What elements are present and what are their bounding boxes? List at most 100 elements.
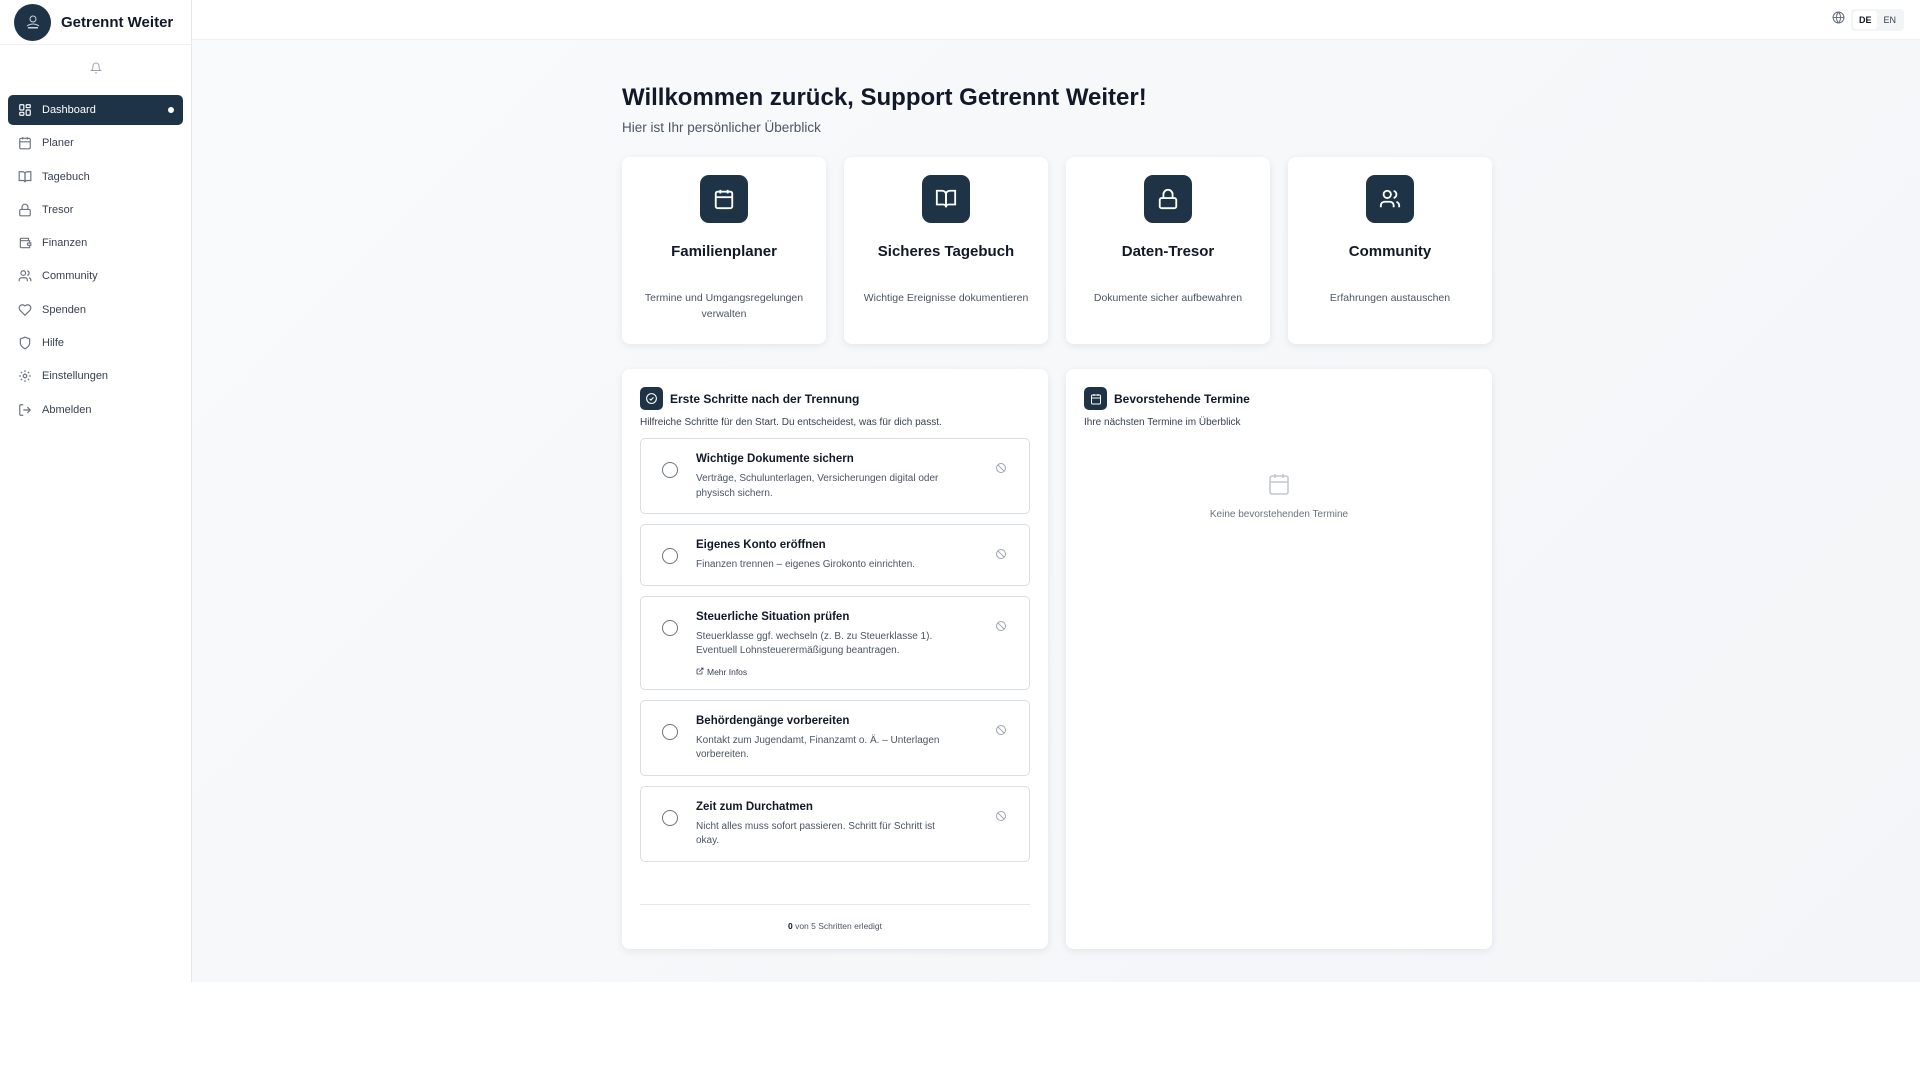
sidebar-item-label: Planer	[42, 137, 74, 150]
sidebar-item-abmelden[interactable]: Abmelden	[8, 395, 183, 425]
sidebar-item-community[interactable]: Community	[8, 261, 183, 291]
step-item[interactable]: Steuerliche Situation prüfen Steuerklass…	[640, 595, 1030, 690]
calendar-icon	[1267, 472, 1291, 501]
sidebar-item-label: Spenden	[42, 303, 87, 316]
card-community[interactable]: Community Erfahrungen austauschen	[1288, 157, 1492, 344]
language-switcher: DE EN	[1832, 9, 1904, 31]
card-title: Community	[1348, 243, 1432, 260]
step-description: Steuerklasse ggf. wechseln (z. B. zu Ste…	[696, 630, 933, 657]
gear-icon	[18, 369, 32, 383]
step-title: Wichtige Dokumente sichern	[696, 453, 854, 465]
divider	[640, 904, 1030, 905]
step-description: Nicht alles muss sofort passieren. Schri…	[696, 820, 935, 847]
sidebar-nav: Dashboard Planer Tagebuch Tresor Finanze…	[0, 95, 191, 425]
topbar: DE EN	[192, 0, 1920, 40]
step-item[interactable]: Eigenes Konto eröffnen Finanzen trennen …	[640, 524, 1030, 586]
step-title: Steuerliche Situation prüfen	[696, 610, 850, 623]
step-description: Verträge, Schulunterlagen, Versicherunge…	[696, 473, 939, 499]
step-checkbox[interactable]	[662, 809, 678, 826]
card-description: Erfahrungen austauschen	[1329, 292, 1451, 304]
panel-title: Bevorstehende Termine	[1114, 391, 1250, 406]
card-description: Wichtige Ereignisse dokumentieren	[863, 292, 1029, 304]
step-checkbox[interactable]	[662, 723, 678, 740]
sidebar: Getrennt Weiter Dashboard Planer Tagebuc…	[0, 0, 192, 982]
skip-icon[interactable]	[995, 809, 1007, 827]
sidebar-item-tagebuch[interactable]: Tagebuch	[8, 162, 183, 192]
brand[interactable]: Getrennt Weiter	[0, 0, 191, 45]
sidebar-item-hilfe[interactable]: Hilfe	[8, 328, 183, 358]
bell-icon[interactable]	[89, 61, 102, 79]
grid-icon	[18, 103, 32, 117]
skip-icon[interactable]	[995, 461, 1007, 479]
sidebar-item-tresor[interactable]: Tresor	[8, 195, 183, 225]
step-title: Behördengänge vorbereiten	[696, 714, 850, 727]
app-logo	[14, 3, 51, 41]
step-item[interactable]: Zeit zum Durchatmen Nicht alles muss sof…	[640, 785, 1030, 862]
page-title: Willkommen zurück, Support Getrennt Weit…	[622, 84, 1147, 111]
more-info-label: Mehr Infos	[707, 666, 748, 677]
appointments-panel: Bevorstehende Termine Ihre nächsten Term…	[1066, 369, 1492, 949]
main-content: Willkommen zurück, Support Getrennt Weit…	[192, 40, 1920, 982]
page-subtitle: Hier ist Ihr persönlicher Überblick	[622, 120, 821, 135]
skip-icon[interactable]	[995, 723, 1007, 741]
sidebar-item-label: Abmelden	[42, 403, 92, 416]
first-steps-panel: Erste Schritte nach der Trennung Hilfrei…	[622, 369, 1048, 949]
card-daten-tresor[interactable]: Daten-Tresor Dokumente sicher aufbewahre…	[1066, 157, 1270, 344]
calendar-icon	[700, 175, 748, 223]
calendar-icon	[1084, 387, 1107, 410]
active-indicator	[168, 107, 174, 113]
book-icon	[18, 170, 32, 184]
sidebar-item-planer[interactable]: Planer	[8, 128, 183, 158]
more-info-link[interactable]: Mehr Infos	[696, 667, 1017, 677]
sidebar-item-spenden[interactable]: Spenden	[8, 295, 183, 325]
lock-icon	[1144, 175, 1192, 223]
check-circle-icon	[640, 387, 663, 410]
skip-icon[interactable]	[995, 619, 1007, 637]
panel-subtitle: Ihre nächsten Termine im Überblick	[1084, 417, 1241, 428]
step-checkbox[interactable]	[662, 619, 678, 636]
card-tagebuch[interactable]: Sicheres Tagebuch Wichtige Ereignisse do…	[844, 157, 1048, 344]
lock-icon	[18, 203, 32, 217]
progress-text: 0 von 5 Schritten erledigt	[622, 921, 1048, 931]
sidebar-item-label: Community	[42, 270, 98, 283]
step-title: Zeit zum Durchatmen	[696, 800, 813, 813]
feature-cards: Familienplaner Termine und Umgangsregelu…	[622, 157, 1492, 344]
step-description: Finanzen trennen – eigenes Girokonto ein…	[696, 559, 916, 570]
empty-state: Keine bevorstehenden Termine	[1084, 472, 1474, 520]
sidebar-item-dashboard[interactable]: Dashboard	[8, 95, 183, 125]
globe-icon	[1832, 11, 1845, 29]
step-description: Kontakt zum Jugendamt, Finanzamt o. Ä. –…	[696, 734, 940, 761]
card-description: Termine und Umgangsregelungen verwalten	[644, 292, 804, 320]
language-de-button[interactable]: DE	[1852, 11, 1878, 29]
users-icon	[18, 269, 32, 283]
card-title: Sicheres Tagebuch	[877, 243, 1015, 260]
shield-icon	[18, 336, 32, 350]
language-en-button[interactable]: EN	[1877, 11, 1902, 29]
card-title: Familienplaner	[671, 243, 777, 260]
app-name: Getrennt Weiter	[61, 13, 174, 31]
step-item[interactable]: Wichtige Dokumente sichern Verträge, Sch…	[640, 438, 1030, 514]
step-title: Eigenes Konto eröffnen	[696, 539, 826, 551]
sidebar-item-label: Einstellungen	[42, 370, 109, 383]
step-item[interactable]: Behördengänge vorbereiten Kontakt zum Ju…	[640, 699, 1030, 776]
card-title: Daten-Tresor	[1121, 243, 1215, 260]
sidebar-item-finanzen[interactable]: Finanzen	[8, 228, 183, 258]
step-checkbox[interactable]	[662, 462, 678, 478]
users-icon	[1366, 175, 1414, 223]
progress-label: von 5 Schritten erledigt	[792, 921, 883, 931]
sidebar-item-label: Tresor	[42, 203, 74, 216]
panel-title: Erste Schritte nach der Trennung	[670, 391, 860, 406]
sidebar-item-label: Dashboard	[42, 104, 96, 116]
sidebar-item-einstellungen[interactable]: Einstellungen	[8, 361, 183, 391]
book-icon	[922, 175, 970, 223]
empty-state-text: Keine bevorstehenden Termine	[1209, 509, 1349, 520]
external-link-icon	[696, 667, 704, 677]
sidebar-item-label: Finanzen	[42, 237, 88, 250]
logout-icon	[18, 403, 32, 417]
step-checkbox[interactable]	[662, 548, 678, 564]
panel-subtitle: Hilfreiche Schritte für den Start. Du en…	[640, 417, 942, 428]
skip-icon[interactable]	[995, 547, 1007, 565]
calendar-icon	[18, 136, 32, 150]
card-familienplaner[interactable]: Familienplaner Termine und Umgangsregelu…	[622, 157, 826, 344]
card-description: Dokumente sicher aufbewahren	[1093, 292, 1243, 304]
